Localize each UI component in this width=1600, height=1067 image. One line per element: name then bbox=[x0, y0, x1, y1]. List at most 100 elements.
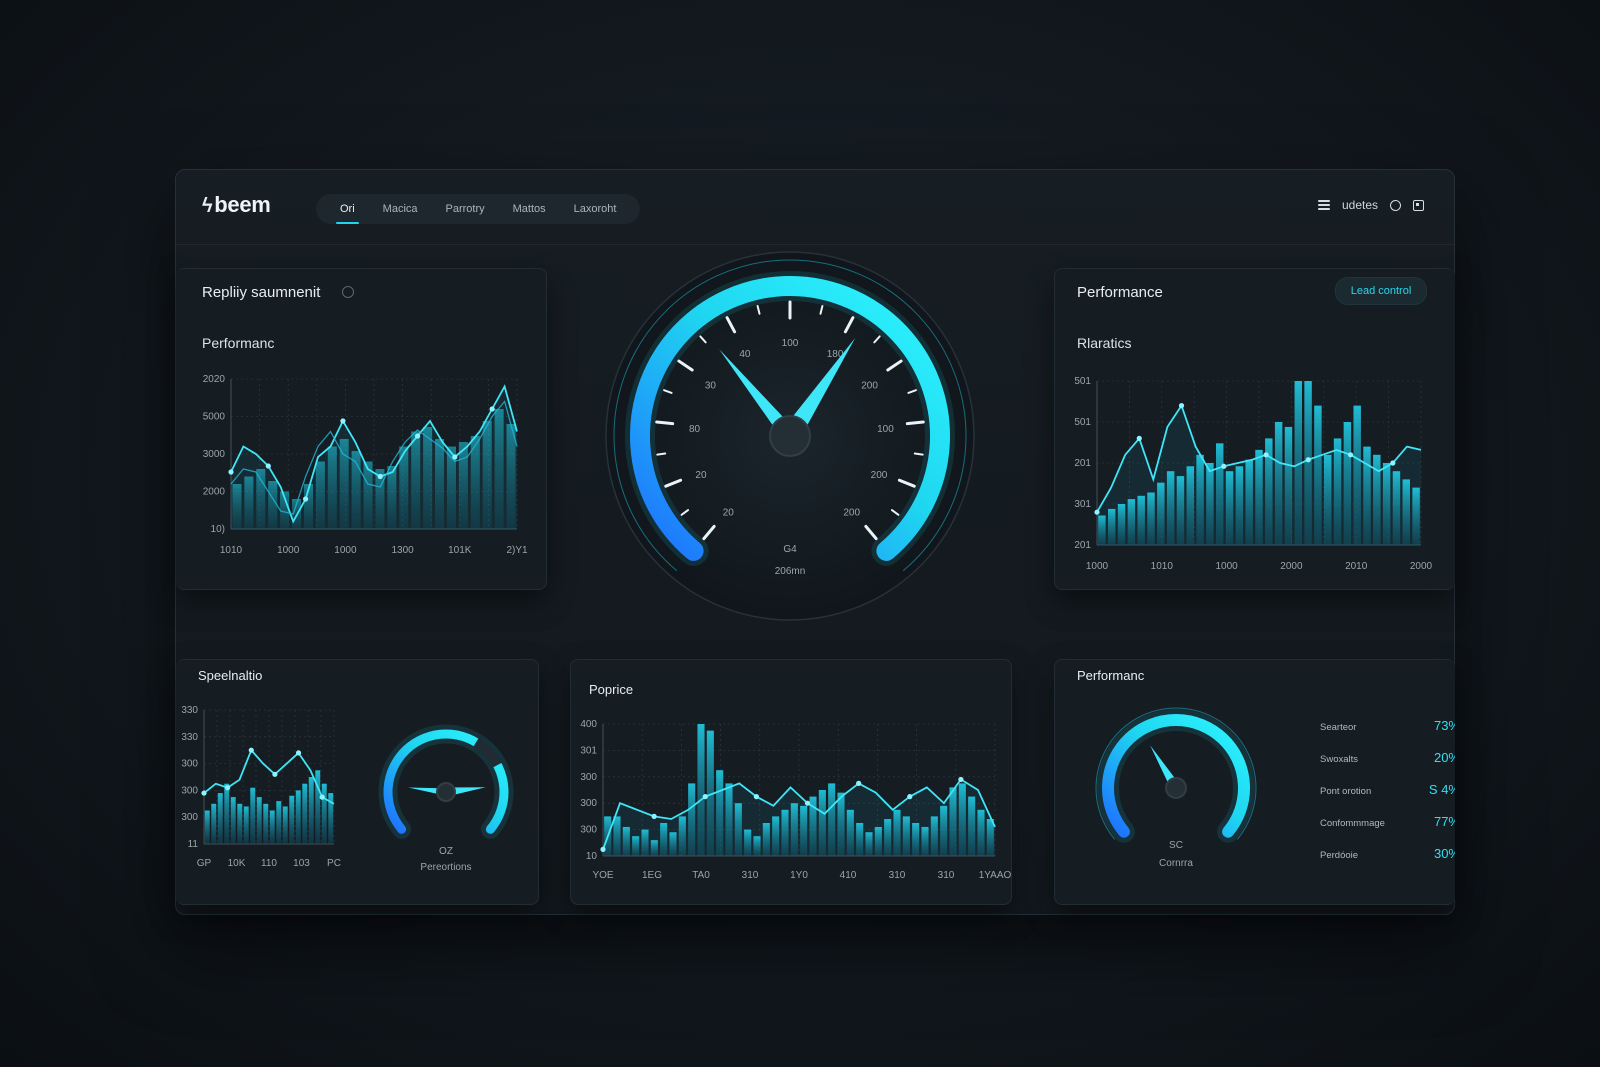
x-tick-label: TA0 bbox=[692, 870, 710, 881]
status-circle-icon[interactable] bbox=[1390, 199, 1401, 211]
tab-2[interactable]: Parrotry bbox=[432, 203, 499, 215]
data-point bbox=[201, 790, 207, 796]
gauge-arc bbox=[1102, 714, 1250, 838]
x-tick-label: 1YAAO bbox=[979, 870, 1011, 881]
gauge-value: G4 bbox=[783, 544, 797, 555]
x-tick-label: 1EG bbox=[642, 870, 662, 881]
gauge-tick-label: 40 bbox=[739, 349, 751, 360]
data-point bbox=[600, 846, 606, 852]
card-bottom-mid: Poprice 400 301 300 300 300 10 YOE 1EG TA0 310 1Y0… bbox=[570, 659, 1012, 905]
y-tick-label: 300 bbox=[181, 812, 198, 823]
card-title: Performance bbox=[1077, 284, 1163, 301]
data-point bbox=[958, 776, 964, 783]
data-point bbox=[377, 473, 383, 480]
app-logo[interactable]: ϟbeem bbox=[202, 192, 271, 218]
x-tick-label: 1010 bbox=[220, 545, 243, 556]
card-title: Poprice bbox=[589, 682, 634, 697]
card-bottom-left: Speelnaltio 330 330 300 300 300 11 GP 10K 110 103… bbox=[176, 659, 539, 905]
y-tick-label: 11 bbox=[188, 839, 199, 850]
main-gauge: 2020803040100180200100200200G4206mn bbox=[605, 251, 975, 621]
gauge-tick-label: 200 bbox=[843, 508, 860, 519]
data-point bbox=[228, 469, 234, 475]
logo-text: beem bbox=[214, 192, 271, 217]
gauge-tick-label: 100 bbox=[877, 424, 894, 435]
x-tick-label: 1300 bbox=[391, 545, 414, 556]
stat-label: Confommmage bbox=[1320, 818, 1385, 829]
x-tick-label: 101K bbox=[448, 545, 472, 556]
stat-label: Perdóoie bbox=[1320, 850, 1359, 861]
bar bbox=[295, 790, 301, 844]
x-tick-label: 110 bbox=[261, 858, 277, 869]
data-point bbox=[319, 794, 325, 800]
gauge-unit: 206mn bbox=[775, 566, 806, 577]
bar bbox=[211, 803, 217, 844]
gauge-unit: Cornrra bbox=[1159, 858, 1193, 869]
y-tick-label: 501 bbox=[1074, 376, 1091, 387]
bar bbox=[250, 787, 256, 844]
data-point bbox=[248, 747, 254, 753]
x-tick-label: 103 bbox=[293, 858, 310, 869]
data-point bbox=[856, 780, 862, 786]
header-actions: udetes bbox=[1317, 198, 1424, 212]
tab-1[interactable]: Macica bbox=[369, 203, 432, 215]
nav-tabs: Ori Macica Parrotry Mattos Laxoroht bbox=[316, 194, 641, 224]
x-tick-label: 1000 bbox=[1215, 561, 1238, 572]
stat-value: 73% bbox=[1433, 718, 1455, 733]
tab-3[interactable]: Mattos bbox=[499, 203, 560, 215]
x-tick-label: PC bbox=[327, 858, 341, 869]
bar bbox=[217, 793, 223, 844]
bar bbox=[321, 783, 327, 844]
data-point bbox=[272, 771, 278, 777]
bar bbox=[282, 806, 288, 844]
data-point bbox=[1178, 403, 1185, 409]
x-tick-label: 2010 bbox=[1345, 561, 1368, 572]
stat-value: S 4% bbox=[1428, 782, 1455, 797]
y-tick-label: 501 bbox=[1074, 417, 1091, 428]
y-tick-label: 300 bbox=[181, 759, 198, 770]
x-tick-label: 2000 bbox=[1280, 561, 1303, 572]
y-tick-label: 301 bbox=[1074, 499, 1091, 510]
gauge-tick bbox=[913, 452, 924, 456]
y-tick-label: 330 bbox=[181, 705, 198, 716]
performance-line-chart: 2020 5000 3000 2000 10) 1010 1000 1000 1300 101K 2… bbox=[203, 374, 528, 556]
gauge-unit: Pereortions bbox=[420, 862, 471, 873]
tab-4[interactable]: Laxoroht bbox=[560, 203, 631, 215]
updates-link[interactable]: udetes bbox=[1342, 198, 1378, 212]
data-point bbox=[295, 750, 302, 756]
bar bbox=[276, 801, 282, 844]
gauge-tick-label: 80 bbox=[689, 424, 701, 435]
y-tick-label: 300 bbox=[181, 785, 198, 796]
x-tick-label: 2000 bbox=[1410, 561, 1433, 572]
x-tick-label: YOE bbox=[592, 870, 613, 881]
gauge-tick-label: 20 bbox=[695, 470, 707, 481]
card-top-right: Performance Lead control Rlaratics 501 50… bbox=[1054, 268, 1455, 590]
window-icon[interactable] bbox=[1413, 199, 1424, 211]
stat-value: 30% bbox=[1433, 846, 1455, 861]
card-subtitle: Rlaratics bbox=[1077, 335, 1132, 351]
data-point bbox=[414, 433, 421, 439]
data-point bbox=[1136, 435, 1142, 441]
y-tick-label: 2000 bbox=[203, 487, 226, 498]
rlaratics-bar-chart: 501 501 201 301 201 1000 1010 1000 2000 2010 2000 bbox=[1074, 376, 1433, 572]
small-gauge-right: SC Cornrra bbox=[1095, 707, 1257, 869]
gauge-tick bbox=[905, 420, 925, 426]
lead-control-button[interactable]: Lead control bbox=[1335, 277, 1427, 305]
data-point bbox=[489, 406, 495, 412]
info-icon[interactable] bbox=[342, 286, 354, 298]
card-top-left: Repliiy saumnenit Performanc 2020 5000 300… bbox=[176, 268, 547, 590]
stat-value: 77% bbox=[1433, 814, 1455, 829]
y-tick-label: 201 bbox=[1074, 540, 1091, 551]
x-tick-label: 2)Y1 bbox=[506, 545, 528, 556]
dashboard-window: ϟbeem Ori Macica Parrotry Mattos Laxoroh… bbox=[175, 169, 1455, 915]
x-tick-label: 1Y0 bbox=[790, 870, 808, 881]
gauge-hub bbox=[769, 415, 811, 457]
menu-icon[interactable] bbox=[1317, 200, 1330, 210]
data-point bbox=[1094, 509, 1100, 515]
x-tick-label: 1010 bbox=[1151, 561, 1174, 572]
gauge-value: SC bbox=[1169, 840, 1183, 851]
tab-0[interactable]: Ori bbox=[326, 203, 369, 224]
bar bbox=[237, 803, 243, 844]
y-tick-label: 2020 bbox=[203, 374, 226, 385]
bolt-icon: ϟ bbox=[202, 195, 213, 217]
data-point bbox=[1221, 463, 1227, 469]
